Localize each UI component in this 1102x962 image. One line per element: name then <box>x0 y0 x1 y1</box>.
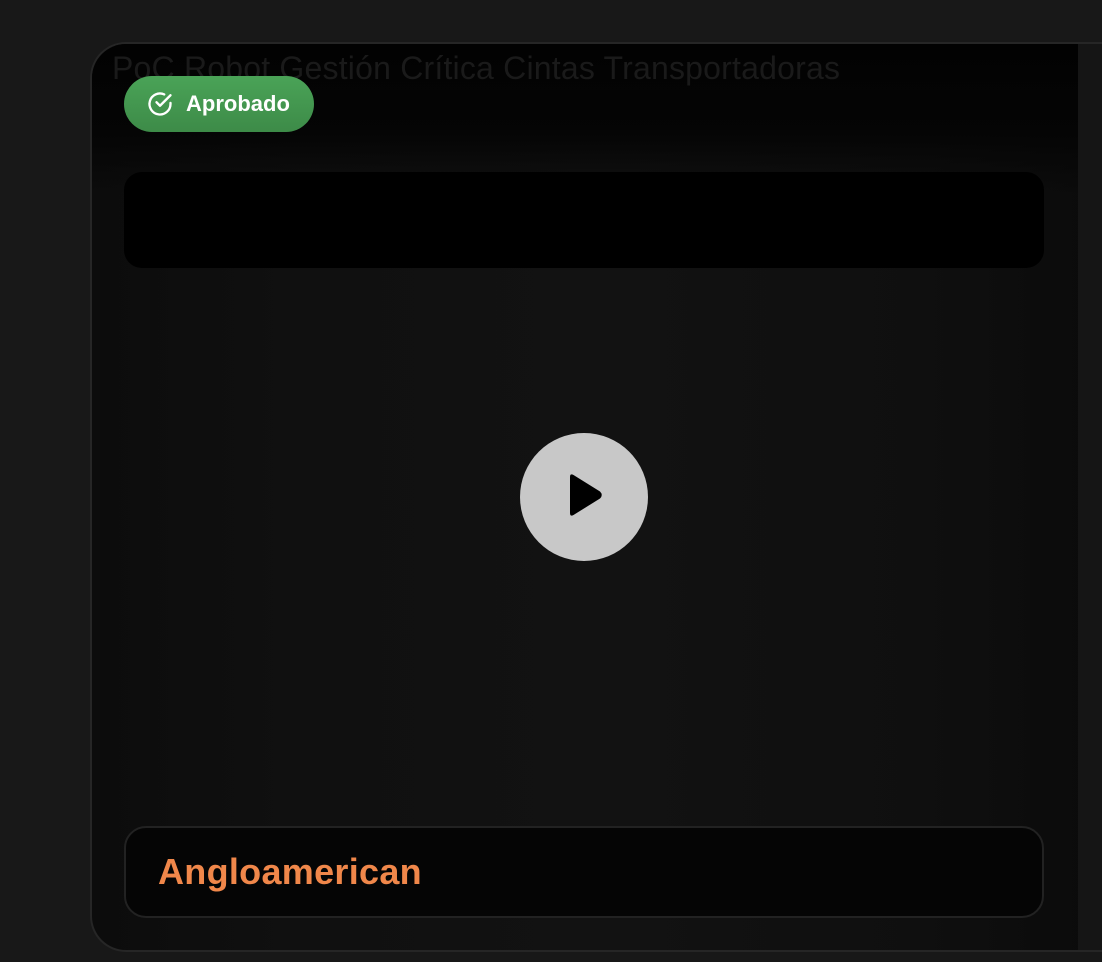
card-edge <box>1078 44 1102 950</box>
status-label: Aprobado <box>186 91 290 116</box>
project-card[interactable]: PoC Robot Gestión Crítica Cintas Transpo… <box>90 42 1102 952</box>
play-icon <box>564 473 604 522</box>
description-box <box>124 172 1044 268</box>
status-badge: Aprobado <box>124 76 314 132</box>
client-name: Angloamerican <box>158 851 422 892</box>
check-circle-icon <box>146 90 174 118</box>
play-button[interactable] <box>520 433 648 561</box>
client-footer: Angloamerican <box>124 826 1044 918</box>
